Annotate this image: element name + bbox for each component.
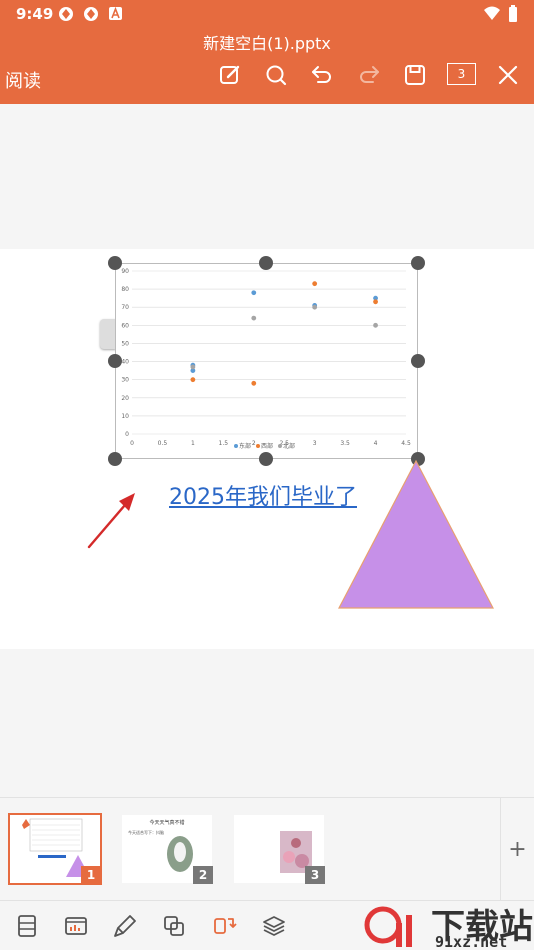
slide-number-badge: 1 <box>81 866 101 884</box>
slide-thumbnail-1[interactable]: 1 <box>8 813 102 885</box>
chart-legend-label: 北部 <box>283 442 295 450</box>
resize-handle-bottom-left[interactable] <box>108 452 122 466</box>
thumbnail-photo <box>167 836 193 872</box>
resize-handle-right[interactable] <box>411 354 425 368</box>
redo-icon <box>360 66 379 83</box>
app-notification-icon <box>59 7 73 21</box>
close-icon <box>498 65 518 85</box>
chart-data-point <box>373 299 378 305</box>
search-button[interactable] <box>261 60 291 90</box>
slide-thumbnail-2[interactable]: 今天天气真不错 今天适合写下：抖脑 2 <box>122 815 213 884</box>
site-watermark: 下载站 91xz.net <box>363 905 534 950</box>
layers-icon[interactable] <box>261 913 287 939</box>
search-icon <box>266 65 287 86</box>
chart-x-tick-label: 2 <box>252 440 256 447</box>
chart-x-tick-label: 0 <box>130 440 134 447</box>
status-bar: 9:49 <box>0 0 534 28</box>
chart-y-tick-label: 90 <box>121 268 129 275</box>
chart-x-tick-label: 1 <box>191 440 195 447</box>
chart-legend-marker <box>278 444 282 448</box>
chart-y-tick-label: 0 <box>125 431 129 438</box>
resize-handle-top-right[interactable] <box>411 256 425 270</box>
chart-data-point <box>251 380 257 386</box>
slide-canvas[interactable]: 0 10 20 30 40 50 60 70 80 90 0 0.5 1 1.5 2 2.5 3 3.5 4 4.5 东… <box>0 249 534 649</box>
wifi-icon <box>484 6 500 20</box>
thumbnail-bullet: 今天适合写下：抖脑 <box>128 830 164 835</box>
redo-button[interactable] <box>354 60 384 90</box>
annotation-arrow-icon <box>87 493 135 549</box>
chart-y-tick-label: 30 <box>121 377 129 384</box>
chart-x-tick-label: 4 <box>374 440 378 447</box>
chart-x-tick-label: 0.5 <box>158 440 168 447</box>
thumbnail-title: 今天天气真不错 <box>149 820 185 826</box>
chart-legend-label: 东部 <box>239 442 251 450</box>
watermark-url: 91xz.net <box>435 933 508 950</box>
resize-handle-top-left[interactable] <box>108 256 122 270</box>
save-button[interactable] <box>400 60 430 90</box>
status-time: 9:49 <box>16 5 54 23</box>
shapes-icon[interactable] <box>161 913 187 939</box>
save-icon <box>405 65 425 85</box>
chart-y-tick-label: 20 <box>121 395 129 402</box>
edit-icon <box>220 65 240 84</box>
chart-x-tick-label: 1.5 <box>219 440 229 447</box>
slide-thumbnail-3[interactable]: 3 <box>234 815 325 884</box>
brush-icon[interactable] <box>112 913 138 939</box>
app-notification-icon <box>84 7 98 21</box>
transition-icon[interactable] <box>211 913 237 939</box>
chart-data-point <box>251 315 257 321</box>
reading-mode-label[interactable]: 阅读 <box>5 67 41 93</box>
chart-x-tick-label: 4.5 <box>401 440 411 447</box>
chart-y-tick-label: 70 <box>121 304 129 311</box>
outline-view-icon[interactable] <box>14 913 40 939</box>
add-slide-button[interactable]: + <box>500 798 534 901</box>
chart-y-tick-label: 40 <box>121 359 129 366</box>
slide-number-badge: 3 <box>305 866 325 884</box>
edit-button[interactable] <box>215 60 245 90</box>
resize-handle-top[interactable] <box>259 256 273 270</box>
chart-data-point <box>251 290 257 296</box>
chart-x-tick-label: 3 <box>313 440 317 447</box>
chart-x-tick-label: 3.5 <box>340 440 350 447</box>
chart-data-point <box>190 377 196 383</box>
chart-legend-label: 西部 <box>261 442 273 450</box>
chart-y-tick-label: 10 <box>121 413 129 420</box>
close-button[interactable] <box>493 60 523 90</box>
scatter-chart: 01020304050607080900 0.5 1 1.5 2 2.5 3 3.5 4 4.5东… <box>121 268 411 450</box>
undo-icon <box>312 66 331 83</box>
side-panel-tab[interactable] <box>100 319 116 349</box>
document-title: 新建空白(1).pptx <box>203 34 331 53</box>
chart-data-point <box>190 364 196 370</box>
chart-y-tick-label: 80 <box>121 286 129 293</box>
slide-thumbnail-strip: 1 今天天气真不错 今天适合写下：抖脑 2 3 + <box>0 797 534 901</box>
chart-data-point <box>312 281 318 287</box>
page-count-badge[interactable]: 3 <box>447 63 476 85</box>
chart-data-point <box>373 322 378 328</box>
watermark-logo-icon <box>364 906 412 947</box>
chart-y-tick-label: 60 <box>121 322 129 329</box>
undo-button[interactable] <box>307 60 337 90</box>
chart-legend-marker <box>256 444 260 448</box>
battery-icon <box>509 5 517 22</box>
resize-handle-bottom[interactable] <box>259 452 273 466</box>
chart-data-point <box>312 304 318 310</box>
triangle-shape[interactable] <box>337 459 495 611</box>
notification-a-icon <box>109 7 122 20</box>
slide-hyperlink-text[interactable]: 2025年我们毕业了 <box>169 479 357 511</box>
slide-number-badge: 2 <box>193 866 213 884</box>
chart-insert-icon[interactable] <box>63 913 89 939</box>
chart-legend-marker <box>234 444 238 448</box>
chart-y-tick-label: 50 <box>121 340 129 347</box>
chart-object[interactable]: 0 10 20 30 40 50 60 70 80 90 0 0.5 1 1.5 2 2.5 3 3.5 4 4.5 东… <box>115 263 418 459</box>
app-bar: 9:49 新建空白(1).pptx 阅读 3 <box>0 0 534 104</box>
resize-handle-left[interactable] <box>108 354 122 368</box>
